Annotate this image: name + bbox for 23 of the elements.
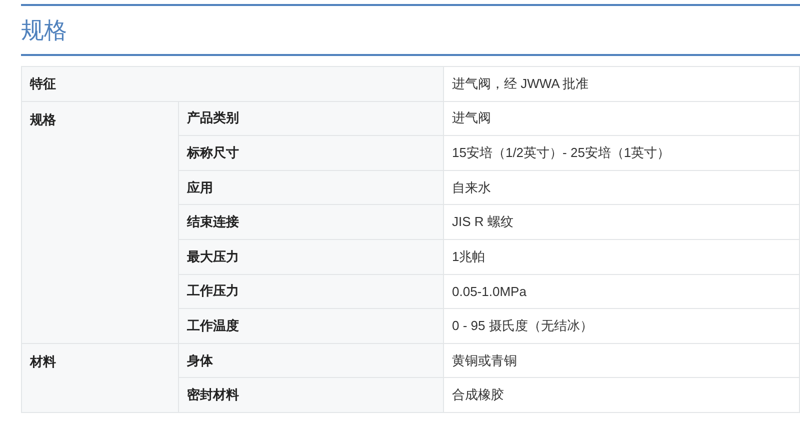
- table-cell: 1兆帕: [444, 239, 800, 274]
- row-header: 产品类别: [178, 101, 444, 136]
- row-header: 工作温度: [178, 308, 444, 344]
- table-cell: JIS R 螺纹: [444, 204, 800, 240]
- group-label: 规格: [30, 110, 56, 129]
- table-cell: 15安培（1/2英寸）- 25安培（1英寸）: [444, 136, 800, 170]
- row-header: 最大压力: [178, 239, 444, 274]
- row-header: 身体: [178, 343, 444, 378]
- table-cell: 0.05-1.0MPa: [444, 274, 800, 309]
- table-cell: 自来水: [444, 170, 800, 205]
- row-header: 标称尺寸: [178, 136, 444, 170]
- table-cell: 0 - 95 摄氏度（无结冰）: [444, 308, 800, 344]
- table-cell: 合成橡胶: [444, 378, 800, 412]
- section-title: 规格: [21, 16, 67, 44]
- group-label: 材料: [30, 352, 56, 371]
- row-header: 密封材料: [178, 378, 444, 412]
- row-header: 应用: [178, 170, 444, 205]
- row-header: 特征: [22, 66, 444, 102]
- row-header: 工作压力: [178, 274, 444, 309]
- table-cell: 进气阀: [444, 101, 800, 136]
- table-cell: 进气阀，经 JWWA 批准: [444, 66, 800, 102]
- row-header: 结束连接: [178, 204, 444, 240]
- table-cell: 黄铜或青铜: [444, 343, 800, 378]
